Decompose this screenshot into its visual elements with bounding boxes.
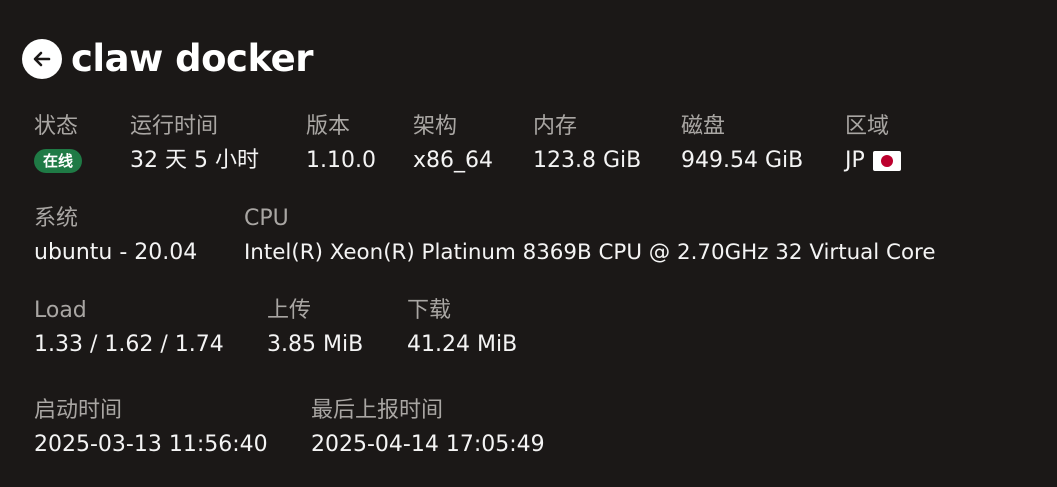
arch-label: 架构 (413, 114, 458, 139)
load-label: Load (34, 298, 87, 323)
load-field: Load 1.33 / 1.62 / 1.74 (34, 297, 224, 359)
boot-time-field: 启动时间 2025-03-13 11:56:40 (34, 397, 268, 459)
japan-flag-icon (872, 151, 901, 171)
last-report-field: 最后上报时间 2025-04-14 17:05:49 (311, 397, 545, 459)
status-field: 状态 在线 (34, 113, 83, 173)
region-label: 区域 (845, 114, 890, 139)
uptime-field: 运行时间 32 天 5 小时 (130, 113, 259, 175)
disk-label: 磁盘 (681, 114, 726, 139)
download-value: 41.24 MiB (407, 332, 518, 357)
last-report-label: 最后上报时间 (311, 398, 444, 423)
disk-value: 949.54 GiB (681, 148, 804, 173)
version-label: 版本 (306, 114, 351, 139)
back-button[interactable] (22, 39, 62, 79)
download-label: 下载 (407, 298, 452, 323)
system-label: 系统 (34, 206, 79, 231)
page-title: claw docker (71, 37, 313, 80)
upload-field: 上传 3.85 MiB (267, 297, 363, 359)
region-value: JP (845, 148, 865, 173)
boot-time-label: 启动时间 (34, 398, 123, 423)
status-badge: 在线 (34, 149, 83, 173)
arch-field: 架构 x86_64 (413, 113, 493, 175)
arrow-left-icon (33, 51, 51, 67)
upload-label: 上传 (267, 298, 312, 323)
system-field: 系统 ubuntu - 20.04 (34, 205, 197, 267)
boot-time-value: 2025-03-13 11:56:40 (34, 432, 268, 457)
download-field: 下载 41.24 MiB (407, 297, 517, 359)
cpu-field: CPU Intel(R) Xeon(R) Platinum 8369B CPU … (244, 205, 936, 267)
arch-value: x86_64 (413, 148, 494, 173)
uptime-label: 运行时间 (130, 114, 219, 139)
memory-label: 内存 (533, 114, 578, 139)
region-field: 区域 JP (845, 113, 901, 175)
system-value: ubuntu - 20.04 (34, 240, 198, 265)
memory-field: 内存 123.8 GiB (533, 113, 641, 175)
version-value: 1.10.0 (306, 148, 376, 173)
uptime-value: 32 天 5 小时 (130, 148, 259, 173)
load-value: 1.33 / 1.62 / 1.74 (34, 332, 224, 357)
cpu-value: Intel(R) Xeon(R) Platinum 8369B CPU @ 2.… (244, 240, 936, 265)
disk-field: 磁盘 949.54 GiB (681, 113, 803, 175)
last-report-value: 2025-04-14 17:05:49 (311, 432, 545, 457)
upload-value: 3.85 MiB (267, 332, 364, 357)
version-field: 版本 1.10.0 (306, 113, 376, 175)
memory-value: 123.8 GiB (533, 148, 642, 173)
status-label: 状态 (34, 114, 79, 139)
page-header: claw docker (22, 37, 313, 81)
cpu-label: CPU (244, 206, 289, 231)
